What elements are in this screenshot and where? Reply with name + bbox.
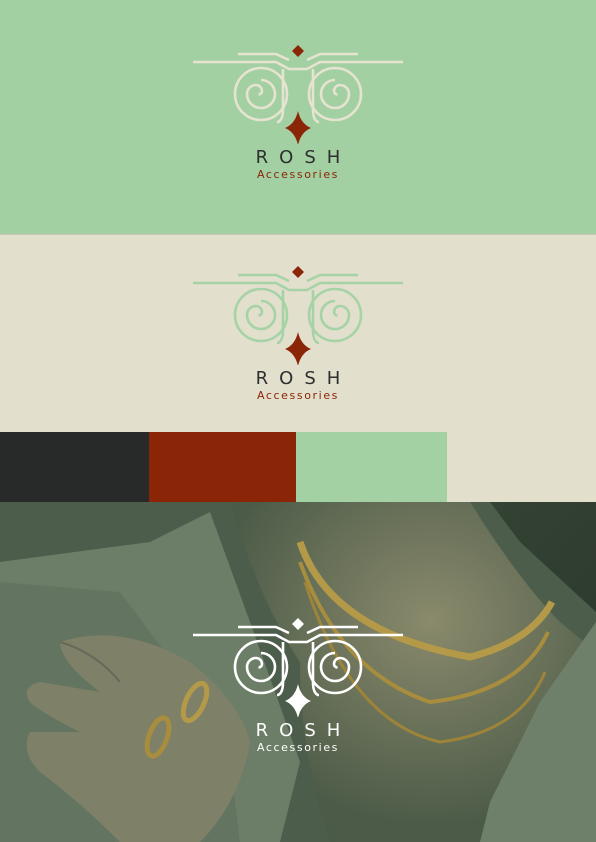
swatch-cream: [447, 432, 596, 502]
top-diamond: [292, 618, 304, 630]
brand-name: ROSH: [255, 720, 352, 741]
color-palette: [0, 432, 596, 502]
bottom-diamond: [285, 684, 311, 717]
swatch-rust: [149, 432, 296, 502]
top-diamond: [292, 45, 304, 57]
brand-subtitle: Accessories: [256, 389, 340, 402]
swatch-charcoal: [0, 432, 149, 502]
rosh-logo: ROSH Accessories: [193, 617, 403, 754]
photo-mockup-panel: ROSH Accessories: [0, 502, 596, 842]
brand-subtitle: Accessories: [256, 168, 340, 181]
bottom-diamond: [285, 332, 311, 365]
rosh-logo: ROSH Accessories: [193, 265, 403, 402]
brand-name: ROSH: [255, 368, 352, 389]
logo-panel-cream: ROSH Accessories: [0, 234, 596, 432]
bottom-diamond: [285, 111, 311, 144]
top-diamond: [292, 266, 304, 278]
logo-panel-mint: ROSH Accessories: [0, 0, 596, 234]
ornament-emblem: [193, 266, 403, 365]
brand-subtitle: Accessories: [256, 741, 340, 754]
ornament-emblem: [193, 45, 403, 144]
ornament-emblem: [193, 618, 403, 717]
swatch-mint: [296, 432, 447, 502]
rosh-logo: ROSH Accessories: [193, 44, 403, 181]
brand-name: ROSH: [255, 147, 352, 168]
